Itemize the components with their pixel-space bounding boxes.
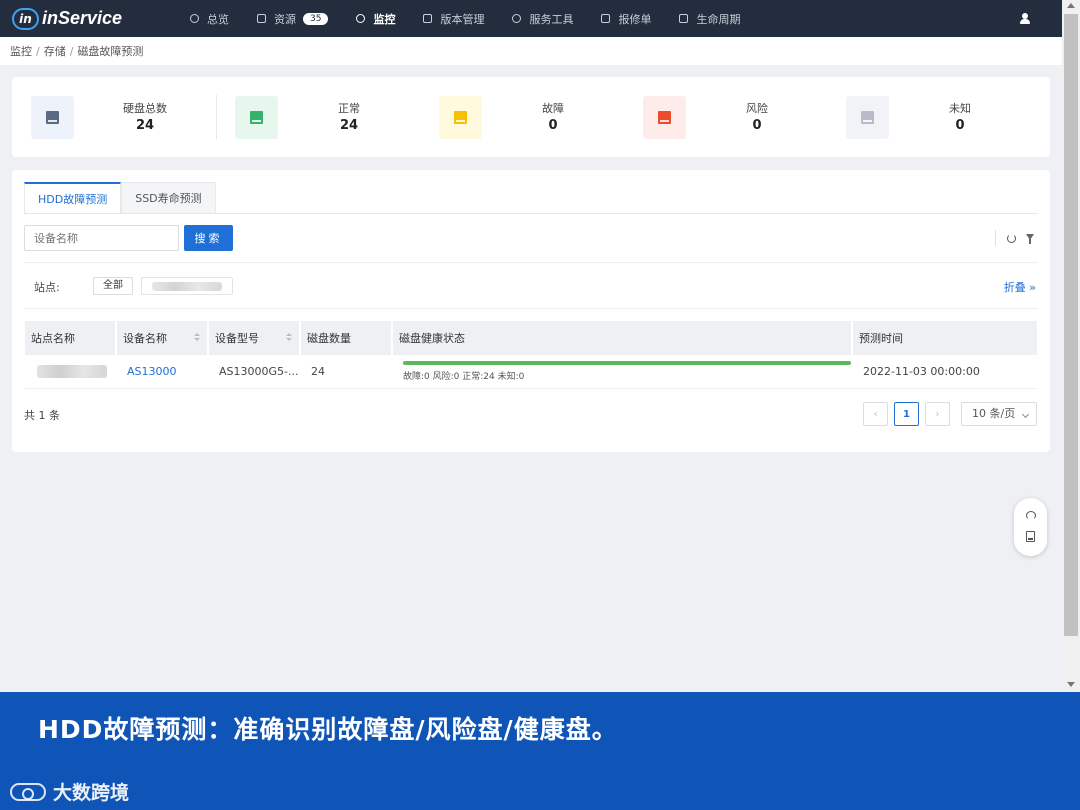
- breadcrumb-current: 磁盘故障预测: [77, 45, 144, 58]
- logo-mark: in: [12, 7, 39, 30]
- resource-count-badge: 35: [303, 12, 329, 25]
- stat-value: 24: [339, 118, 359, 133]
- cell-model: AS13000G5-...: [219, 365, 299, 378]
- breadcrumb: 监控 / 存储 / 磁盘故障预测: [0, 37, 1062, 65]
- page-size-select[interactable]: 10 条/页: [961, 402, 1037, 426]
- disk-prediction-table: 站点名称 设备名称 设备型号 磁盘数量 磁盘健康状态 预测时间 AS13000 …: [25, 321, 1037, 389]
- disk-stats-card: 硬盘总数 24 正常 24 故障 0 风险 0 未知 0: [12, 77, 1050, 157]
- watermark-logo-icon: [10, 782, 46, 801]
- tab-bar: HDD故障预测 SSD寿命预测: [24, 182, 216, 213]
- site-filter-label: 站点:: [34, 281, 60, 294]
- redacted-site: [37, 365, 107, 378]
- collapse-link[interactable]: 折叠 »: [1004, 279, 1036, 295]
- version-icon: [423, 14, 433, 23]
- chevron-left-icon: ‹: [873, 408, 878, 420]
- prediction-panel: HDD故障预测 SSD寿命预测 搜索 站点: 全部 折叠 » 站点名称 设备名称…: [12, 170, 1050, 452]
- watermark: 大数跨境: [10, 778, 129, 805]
- disk-icon: [46, 111, 59, 124]
- scroll-up-icon[interactable]: [1067, 3, 1075, 8]
- nav-item-repair-ticket[interactable]: 报修单: [601, 11, 651, 27]
- breadcrumb-storage[interactable]: 存储: [44, 43, 66, 59]
- chevron-down-icon: »: [1029, 281, 1036, 294]
- next-page-button[interactable]: ›: [925, 402, 950, 426]
- stat-value: 0: [548, 118, 558, 133]
- tab-hdd-prediction[interactable]: HDD故障预测: [24, 182, 122, 213]
- cell-site: [25, 355, 117, 388]
- stat-label: 风险: [746, 102, 768, 115]
- col-health-status: 磁盘健康状态: [393, 321, 853, 355]
- app-name: inService: [42, 8, 123, 28]
- watermark-text: 大数跨境: [53, 782, 130, 804]
- nav-item-monitor[interactable]: 监控: [356, 11, 395, 27]
- filter-icon[interactable]: [1026, 234, 1034, 244]
- table-row: AS13000 AS13000G5-... 24 故障:0 风险:0 正常:24…: [25, 355, 1037, 389]
- prev-page-button[interactable]: ‹: [863, 402, 888, 426]
- total-count: 共 1 条: [24, 409, 60, 422]
- tab-ssd-lifetime[interactable]: SSD寿命预测: [121, 182, 216, 213]
- stat-label: 未知: [949, 102, 971, 115]
- scroll-thumb[interactable]: [1064, 14, 1078, 636]
- nav-item-lifecycle[interactable]: 生命周期: [679, 11, 740, 27]
- sort-icon[interactable]: [194, 333, 199, 341]
- stat-value: 0: [955, 118, 965, 133]
- cell-device-link[interactable]: AS13000: [117, 355, 209, 388]
- col-site-name: 站点名称: [25, 321, 117, 355]
- health-progress-bar: [403, 361, 851, 365]
- app-logo[interactable]: in inService: [12, 7, 162, 30]
- top-nav: in inService 总览 资源 35 监控 版本管理 服务工具 报修单 生命…: [0, 0, 1062, 37]
- table-header: 站点名称 设备名称 设备型号 磁盘数量 磁盘健康状态 预测时间: [25, 321, 1037, 355]
- lifecycle-icon: [679, 14, 689, 23]
- scroll-down-icon[interactable]: [1067, 682, 1075, 687]
- nav-item-service-tools[interactable]: 服务工具: [512, 11, 573, 27]
- disk-fault-icon: [454, 111, 467, 124]
- nav-item-resources[interactable]: 资源 35: [257, 11, 329, 27]
- support-icon[interactable]: [1026, 511, 1036, 520]
- disk-normal-icon: [250, 111, 263, 124]
- disk-unknown-icon: [861, 111, 874, 124]
- chevron-right-icon: ›: [935, 408, 940, 420]
- col-device-model[interactable]: 设备型号: [209, 321, 301, 355]
- stat-label: 正常: [338, 102, 360, 115]
- ticket-icon: [601, 14, 611, 23]
- disk-risk-icon: [658, 111, 671, 124]
- stat-label: 故障: [542, 102, 564, 115]
- cell-health: 故障:0 风险:0 正常:24 未知:0: [393, 355, 853, 388]
- site-filter-option[interactable]: [141, 277, 233, 295]
- page-button-1[interactable]: 1: [894, 402, 919, 426]
- gauge-icon: [356, 14, 366, 23]
- vertical-scrollbar[interactable]: [1062, 0, 1080, 692]
- nav-item-overview[interactable]: 总览: [190, 11, 229, 27]
- floating-toolbar: [1014, 498, 1047, 556]
- cell-predict-time: 2022-11-03 00:00:00: [863, 365, 980, 378]
- user-icon[interactable]: [1020, 13, 1030, 24]
- layers-icon: [257, 14, 266, 23]
- caption-banner: HDD故障预测：准确识别故障盘/风险盘/健康盘。 大数跨境: [0, 692, 1080, 810]
- caption-text: HDD故障预测：准确识别故障盘/风险盘/健康盘。: [38, 715, 618, 744]
- home-icon: [190, 14, 199, 23]
- shield-icon: [512, 14, 522, 23]
- search-button[interactable]: 搜索: [184, 225, 233, 251]
- chevron-down-icon: [1021, 410, 1030, 419]
- col-predict-time: 预测时间: [859, 332, 903, 345]
- device-name-search-input[interactable]: [24, 225, 179, 251]
- health-summary: 故障:0 风险:0 正常:24 未知:0: [403, 372, 525, 382]
- breadcrumb-monitor[interactable]: 监控: [10, 43, 32, 59]
- refresh-icon[interactable]: [1007, 234, 1016, 243]
- col-device-name[interactable]: 设备名称: [117, 321, 209, 355]
- col-disk-count: 磁盘数量: [301, 321, 393, 355]
- stat-value: 24: [135, 118, 155, 133]
- cell-disk-count: 24: [311, 365, 325, 378]
- document-icon[interactable]: [1026, 531, 1035, 542]
- divider: [216, 95, 217, 139]
- site-filter-all[interactable]: 全部: [93, 277, 133, 295]
- stat-label: 硬盘总数: [123, 102, 167, 115]
- nav-item-version[interactable]: 版本管理: [423, 11, 484, 27]
- sort-icon[interactable]: [286, 333, 291, 341]
- stat-value: 0: [752, 118, 762, 133]
